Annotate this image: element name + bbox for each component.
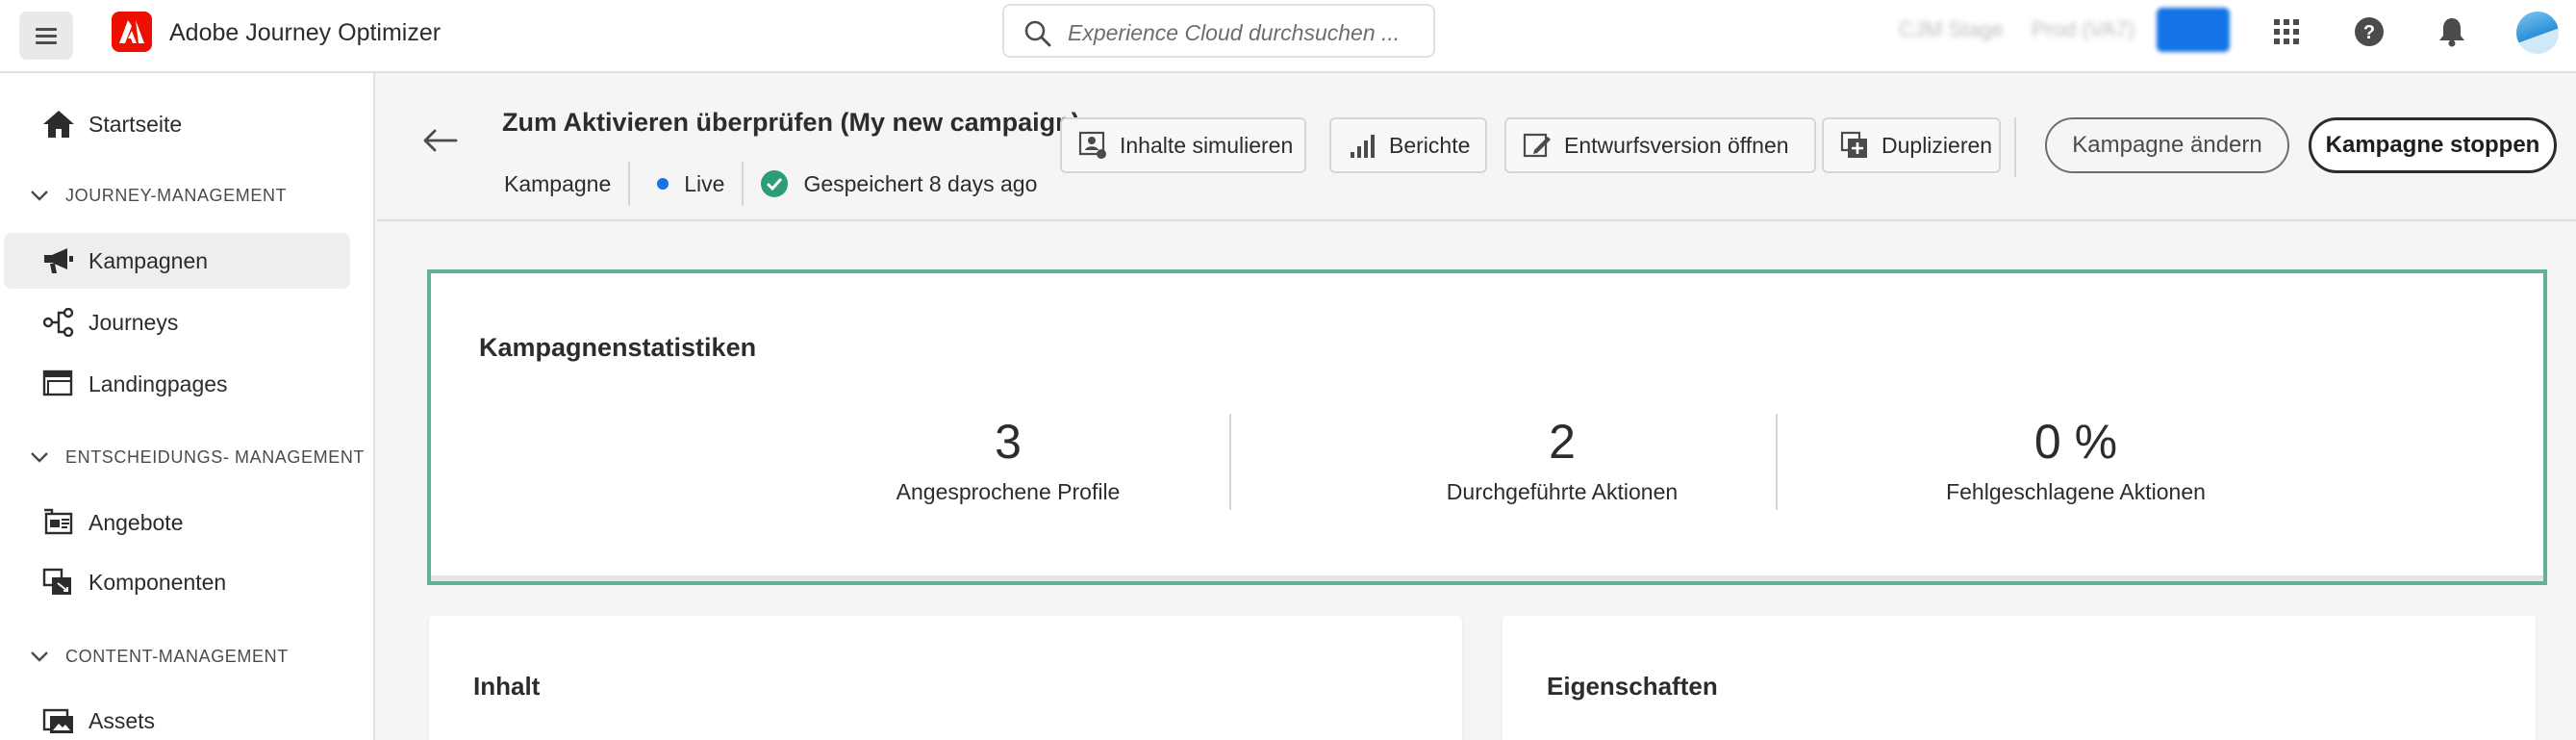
chevron-down-icon <box>31 651 48 662</box>
assets-icon <box>42 706 75 735</box>
edit-draft-icon <box>1522 130 1553 161</box>
divider <box>1229 414 1231 510</box>
back-arrow-icon[interactable] <box>423 129 458 157</box>
org-switcher[interactable]: CJM Stage <box>1899 17 2004 42</box>
search-input[interactable]: Experience Cloud durchsuchen ... <box>1002 4 1435 58</box>
simulate-icon <box>1077 130 1108 161</box>
properties-card: Eigenschaften <box>1503 616 2536 740</box>
sandbox-switcher[interactable]: Prod (VA7) <box>2032 17 2134 42</box>
sidebar-item-label: Startseite <box>88 111 183 137</box>
search-placeholder: Experience Cloud durchsuchen ... <box>1068 20 1401 45</box>
section-decision-management[interactable]: ENTSCHEIDUNGS- MANAGEMENT <box>29 447 365 468</box>
sidebar-item-label: Journeys <box>88 309 179 335</box>
button-label: Berichte <box>1389 132 1471 158</box>
stat-value: 2 <box>1549 415 1576 469</box>
stat-label: Angesprochene Profile <box>896 479 1121 504</box>
page-title: Zum Aktivieren überprüfen (My new campai… <box>502 108 1080 137</box>
offer-icon <box>42 508 75 537</box>
campaign-statistics-card: Kampagnenstatistiken 3 Angesprochene Pro… <box>427 269 2547 585</box>
megaphone-icon <box>42 246 75 275</box>
landing-page-icon <box>42 370 75 398</box>
stat-value: 3 <box>995 415 1022 469</box>
saved-status: Gespeichert 8 days ago <box>803 170 1038 196</box>
journey-icon <box>42 308 75 337</box>
campaign-header: Zum Aktivieren überprüfen (My new campai… <box>377 73 2576 221</box>
home-icon <box>42 110 75 139</box>
bell-icon[interactable] <box>2434 13 2470 50</box>
avatar[interactable] <box>2516 12 2559 54</box>
simulate-content-button[interactable]: Inhalte simulieren <box>1060 117 1306 173</box>
environment-badge[interactable] <box>2157 8 2230 52</box>
divider <box>2014 117 2016 177</box>
stat-targeted-profiles: 3 Angesprochene Profile <box>816 414 1200 505</box>
duplicate-icon <box>1839 130 1870 161</box>
sidebar-item-label: Komponenten <box>88 569 227 595</box>
divider <box>628 162 631 206</box>
sidebar-item-journeys[interactable]: Journeys <box>4 294 350 350</box>
svg-text:?: ? <box>2363 22 2375 43</box>
search-icon <box>1023 19 1052 53</box>
sidebar-item-label: Assets <box>88 707 156 733</box>
sidebar-item-angebote[interactable]: Angebote <box>4 495 350 550</box>
top-bar: Adobe Journey Optimizer Experience Cloud… <box>0 0 2576 73</box>
button-label: Inhalte simulieren <box>1120 132 1294 158</box>
stat-label: Durchgeführte Aktionen <box>1446 479 1679 504</box>
stats-title: Kampagnenstatistiken <box>479 333 757 362</box>
chevron-down-icon <box>31 452 48 463</box>
sidebar-item-label: Angebote <box>88 509 184 535</box>
stat-value: 0 % <box>2033 415 2118 469</box>
card-title: Inhalt <box>473 672 541 701</box>
sidebar-item-label: Landingpages <box>88 370 228 396</box>
section-content-management[interactable]: CONTENT-MANAGEMENT <box>29 646 289 667</box>
status-dot-icon <box>657 178 669 190</box>
content-card: Inhalt <box>429 616 1462 740</box>
app-title[interactable]: Adobe Journey Optimizer <box>169 19 441 47</box>
menu-icon[interactable] <box>19 12 73 60</box>
duplicate-button[interactable]: Duplizieren <box>1822 117 2001 173</box>
section-label: ENTSCHEIDUNGS- MANAGEMENT <box>65 447 366 467</box>
sidebar-item-label: Kampagnen <box>88 247 209 273</box>
section-label: JOURNEY-MANAGEMENT <box>65 185 288 205</box>
chevron-down-icon <box>31 191 48 201</box>
stop-campaign-button[interactable]: Kampagne stoppen <box>2309 117 2557 173</box>
reports-button[interactable]: Berichte <box>1329 117 1487 173</box>
open-draft-button[interactable]: Entwurfsversion öffnen <box>1504 117 1816 173</box>
stat-executed-actions: 2 Durchgeführte Aktionen <box>1370 414 1755 505</box>
adobe-logo[interactable] <box>112 12 152 52</box>
sidebar-item-assets[interactable]: Assets <box>4 693 350 740</box>
status-badge: Live <box>684 170 725 196</box>
sidebar-item-komponenten[interactable]: Komponenten <box>4 554 350 610</box>
sidebar-item-startseite[interactable]: Startseite <box>4 96 350 152</box>
checkmark-circle-icon <box>761 170 789 197</box>
apps-grid-icon[interactable] <box>2268 13 2305 50</box>
sidebar-item-landingpages[interactable]: Landingpages <box>4 356 350 412</box>
help-icon[interactable]: ? <box>2351 13 2387 50</box>
divider <box>742 162 745 206</box>
section-journey-management[interactable]: JOURNEY-MANAGEMENT <box>29 185 287 206</box>
sidebar-item-kampagnen[interactable]: Kampagnen <box>4 233 350 289</box>
stat-failed-actions: 0 % Fehlgeschlagene Aktionen <box>1883 414 2268 505</box>
button-label: Entwurfsversion öffnen <box>1564 132 1789 158</box>
campaign-type: Kampagne <box>504 170 612 196</box>
change-campaign-button[interactable]: Kampagne ändern <box>2045 117 2289 173</box>
card-title: Eigenschaften <box>1547 672 1718 701</box>
section-label: CONTENT-MANAGEMENT <box>65 646 289 666</box>
button-label: Duplizieren <box>1881 132 1993 158</box>
campaign-meta: Kampagne Live Gespeichert 8 days ago <box>504 160 1037 208</box>
sidebar: Startseite JOURNEY-MANAGEMENT Kampagnen … <box>0 73 375 740</box>
stat-label: Fehlgeschlagene Aktionen <box>1946 479 2206 504</box>
bar-chart-icon <box>1347 130 1377 161</box>
components-icon <box>42 568 75 597</box>
divider <box>1776 414 1778 510</box>
card-footer-shadow <box>431 575 2543 581</box>
